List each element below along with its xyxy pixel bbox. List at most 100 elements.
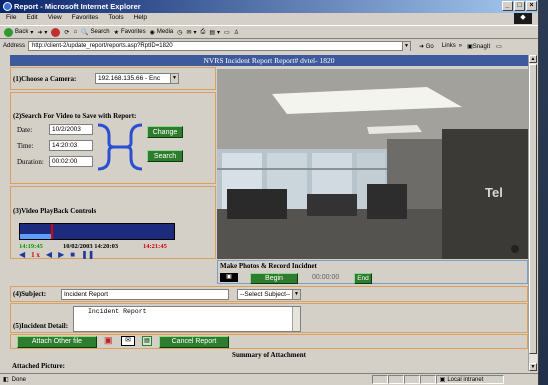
windows-logo-icon: ◆ xyxy=(514,13,532,24)
playback-end-time: 14:21:45 xyxy=(143,243,167,250)
duration-input[interactable]: 00:02:00 xyxy=(49,156,93,167)
stop-button[interactable] xyxy=(51,27,61,37)
edit-icon: ▤ xyxy=(209,29,216,36)
photo-record-title: Make Photos & Record Incidnet xyxy=(220,262,317,270)
camera-label: (1)Choose a Camera: xyxy=(13,75,77,83)
menu-file[interactable]: File xyxy=(6,14,16,24)
minimize-button[interactable]: _ xyxy=(502,1,513,11)
detail-scrollbar[interactable] xyxy=(292,307,300,331)
detail-label: (5)Incident Detail: xyxy=(13,322,69,330)
scroll-up-icon[interactable]: ▲ xyxy=(529,55,537,63)
address-bar: Address http://client-2/update_report/re… xyxy=(0,40,538,52)
save-disk-icon[interactable]: ▣ xyxy=(104,335,113,346)
refresh-button[interactable]: ⟳ xyxy=(64,29,69,36)
end-button[interactable]: End xyxy=(354,273,372,284)
go-button[interactable]: ➜ Go xyxy=(419,43,434,50)
menu-help[interactable]: Help xyxy=(134,14,147,24)
forward-button[interactable]: ➜ ▾ xyxy=(37,29,47,36)
history-icon: ◷ xyxy=(177,29,183,36)
toolbar: Back ▾ ➜ ▾ ⟳ ⌂ 🔍 Search ★ Favorites ◉ Media… xyxy=(0,25,538,39)
bracket-connector-icon xyxy=(97,123,143,171)
chevron-down-icon: ▼ xyxy=(170,74,178,83)
scroll-down-icon[interactable]: ▼ xyxy=(529,363,537,371)
playback-start-time: 14:19:45 xyxy=(19,243,43,250)
date-label: Date: xyxy=(17,126,33,134)
menu-edit[interactable]: Edit xyxy=(26,14,37,24)
date-input[interactable]: 10/2/2003 xyxy=(49,124,93,135)
timeline-progress xyxy=(20,234,51,239)
camera-select[interactable]: 192.168.135.66 - Enc ▼ xyxy=(95,73,179,84)
search-button[interactable]: 🔍 Search xyxy=(81,29,110,36)
chevron-down-icon: ▼ xyxy=(292,290,300,299)
messenger-button[interactable]: ♙ xyxy=(234,29,239,36)
summary-title: Summary of Attachment xyxy=(232,351,306,359)
camera-snapshot-icon[interactable]: ▣ xyxy=(220,273,238,282)
back-arrow-icon xyxy=(4,27,13,37)
links-button[interactable]: Links xyxy=(442,43,456,49)
cancel-report-button[interactable]: Cancel Report xyxy=(159,336,229,348)
links-chevron-icon[interactable]: » xyxy=(459,43,462,49)
subject-row: (4)Subject: Incident Report --Select Sub… xyxy=(10,286,528,302)
refresh-icon: ⟳ xyxy=(64,29,70,36)
address-input[interactable]: http://client-2/update_report/reports.as… xyxy=(28,41,412,51)
messenger-icon: ♙ xyxy=(233,29,240,36)
mail-envelope-icon[interactable]: ✉ xyxy=(121,336,135,346)
playback-timeline[interactable] xyxy=(19,223,175,240)
scroll-thumb[interactable] xyxy=(529,64,537,354)
play-icon[interactable]: ▶ xyxy=(58,250,64,259)
timeline-marker[interactable] xyxy=(51,224,53,239)
menu-tools[interactable]: Tools xyxy=(108,14,123,24)
begin-button[interactable]: Begin xyxy=(250,273,298,284)
search-icon: 🔍 xyxy=(81,29,89,36)
menu-favorites[interactable]: Favorites xyxy=(72,14,99,24)
playback-speed: 1 x xyxy=(31,250,40,259)
video-frame: Tel xyxy=(217,69,528,259)
attachment-icon[interactable]: ▤ xyxy=(142,336,152,346)
edit-button[interactable]: ▤ ▾ xyxy=(209,29,220,36)
history-button[interactable]: ◷ xyxy=(177,29,182,36)
mail-icon: ✉ xyxy=(186,29,192,36)
mail-button[interactable]: ✉ ▾ xyxy=(186,29,196,36)
print-icon: ⎙ xyxy=(200,28,206,35)
page-scrollbar[interactable]: ▲ ▼ xyxy=(528,55,537,371)
intranet-icon: ▣ xyxy=(439,377,446,383)
maximize-button[interactable]: □ xyxy=(514,1,525,11)
search-title: (2)Search For Video to Save with Report: xyxy=(13,112,137,120)
pause-icon[interactable]: ❚❚ xyxy=(81,250,94,259)
search-section: (2)Search For Video to Save with Report:… xyxy=(10,92,216,184)
detail-row: (5)Incident Detail: Incident Report xyxy=(10,303,528,333)
snagit-window-icon[interactable]: ▭ xyxy=(496,43,502,50)
print-button[interactable]: ⎙ xyxy=(201,29,206,36)
rewind-icon[interactable]: ◀ xyxy=(19,250,25,259)
change-button[interactable]: Change xyxy=(147,126,183,138)
discuss-button[interactable]: ▭ xyxy=(224,29,230,36)
subject-select[interactable]: --Select Subject-- ▼ xyxy=(237,289,301,300)
home-icon: ⌂ xyxy=(73,29,78,35)
search-video-button[interactable]: Search xyxy=(147,150,183,162)
stop-playback-icon[interactable]: ■ xyxy=(70,250,75,259)
attach-file-button[interactable]: Attach Other file xyxy=(17,336,97,348)
forward-arrow-icon: ➜ xyxy=(37,29,43,36)
menu-view[interactable]: View xyxy=(48,14,62,24)
back-button[interactable]: Back ▾ xyxy=(4,27,33,37)
step-back-icon[interactable]: ◀ xyxy=(46,250,52,259)
actions-row: Attach Other file ▣ ✉ ▤ Cancel Report xyxy=(10,334,528,349)
close-button[interactable]: × xyxy=(526,1,537,11)
browser-window: Report - Microsoft Internet Explorer _ □… xyxy=(0,0,539,385)
stop-icon xyxy=(51,27,61,37)
snagit-button[interactable]: ▣SnagIt xyxy=(467,43,490,50)
media-button[interactable]: ◉ Media xyxy=(150,29,174,36)
playback-section: (3)Video PlayBack Controls 14:19:45 10/0… xyxy=(10,186,216,259)
discuss-icon: ▭ xyxy=(224,29,230,36)
report-page: NVRS Incident Report Report# dvtel- 1820… xyxy=(10,55,528,371)
detail-textarea[interactable]: Incident Report xyxy=(73,306,301,332)
favorites-button[interactable]: ★ Favorites xyxy=(114,29,146,36)
camera-section: (1)Choose a Camera: 192.168.135.66 - Enc… xyxy=(10,67,216,90)
subject-label: (4)Subject: xyxy=(13,290,47,298)
media-icon: ◉ xyxy=(149,29,155,36)
subject-input[interactable]: Incident Report xyxy=(61,289,229,300)
status-bar: ◧ Done ▣ Local intranet xyxy=(0,373,538,385)
home-button[interactable]: ⌂ xyxy=(73,29,77,35)
time-input[interactable]: 14:20:03 xyxy=(49,140,93,151)
address-dropdown-icon[interactable]: ▼ xyxy=(402,42,411,51)
